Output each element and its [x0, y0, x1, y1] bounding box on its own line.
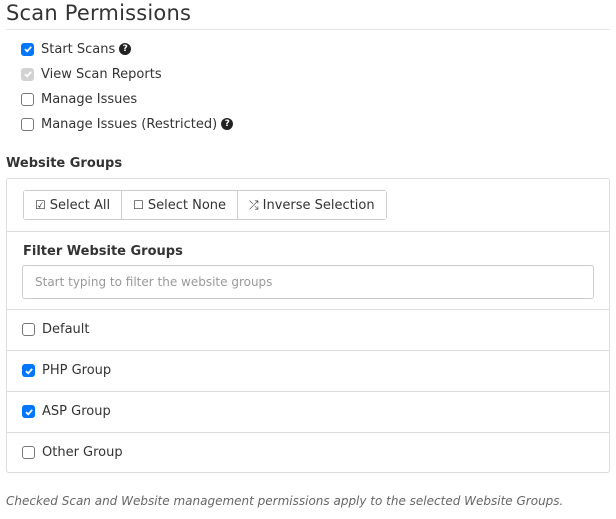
group-other[interactable]: Other Group — [22, 445, 123, 460]
permission-start-scans[interactable]: Start Scans ? — [21, 40, 132, 58]
selection-button-group: ☑ Select All ☐ Select None ⤮ Inverse Sel… — [23, 190, 387, 220]
group-default[interactable]: Default — [22, 322, 90, 337]
group-label: Other Group — [42, 445, 123, 460]
permission-label: Manage Issues (Restricted) — [41, 116, 218, 132]
group-label: PHP Group — [42, 363, 112, 378]
checkbox-php-group[interactable] — [22, 364, 35, 377]
page-title: Scan Permissions — [6, 1, 192, 25]
help-icon[interactable]: ? — [119, 43, 132, 55]
select-none-label: Select None — [147, 197, 227, 213]
list-item[interactable]: ASP Group — [7, 391, 609, 432]
select-all-button[interactable]: ☑ Select All — [24, 191, 123, 219]
help-icon[interactable]: ? — [221, 118, 234, 130]
website-groups-panel: ☑ Select All ☐ Select None ⤮ Inverse Sel… — [6, 178, 610, 473]
group-asp[interactable]: ASP Group — [22, 404, 111, 419]
group-label: ASP Group — [42, 404, 111, 419]
permission-view-scan-reports[interactable]: View Scan Reports — [21, 65, 162, 83]
checkbox-other-group[interactable] — [22, 446, 35, 459]
permission-manage-issues-restricted[interactable]: Manage Issues (Restricted) ? — [21, 115, 234, 133]
inverse-selection-label: Inverse Selection — [262, 197, 375, 213]
checkbox-manage-issues[interactable] — [21, 92, 34, 106]
filter-section: Filter Website Groups — [7, 231, 609, 309]
website-groups-label: Website Groups — [6, 156, 123, 171]
check-square-icon: ☑ — [35, 198, 46, 212]
list-item[interactable]: Other Group — [7, 432, 609, 473]
selection-toolbar: ☑ Select All ☐ Select None ⤮ Inverse Sel… — [7, 179, 609, 231]
permission-label: Start Scans — [41, 41, 116, 57]
list-item[interactable]: PHP Group — [7, 350, 609, 391]
permission-label: View Scan Reports — [41, 66, 162, 82]
footnote: Checked Scan and Website management perm… — [6, 494, 564, 508]
group-php[interactable]: PHP Group — [22, 363, 111, 378]
checkbox-start-scans[interactable] — [21, 42, 34, 56]
checkbox-asp-group[interactable] — [22, 405, 35, 418]
checkbox-manage-issues-restricted[interactable] — [21, 117, 34, 131]
filter-label: Filter Website Groups — [23, 244, 183, 259]
select-all-label: Select All — [49, 197, 111, 213]
group-label: Default — [42, 322, 90, 337]
filter-website-groups-input[interactable] — [22, 265, 594, 299]
square-icon: ☐ — [133, 198, 144, 212]
shuffle-icon: ⤮ — [249, 197, 259, 212]
list-item[interactable]: Default — [7, 309, 609, 350]
permission-manage-issues[interactable]: Manage Issues — [21, 90, 137, 108]
title-divider — [6, 29, 610, 30]
checkbox-default[interactable] — [22, 323, 35, 336]
select-none-button[interactable]: ☐ Select None — [122, 191, 239, 219]
inverse-selection-button[interactable]: ⤮ Inverse Selection — [238, 191, 386, 219]
permission-label: Manage Issues — [41, 91, 138, 107]
checkbox-view-scan-reports — [21, 67, 34, 81]
